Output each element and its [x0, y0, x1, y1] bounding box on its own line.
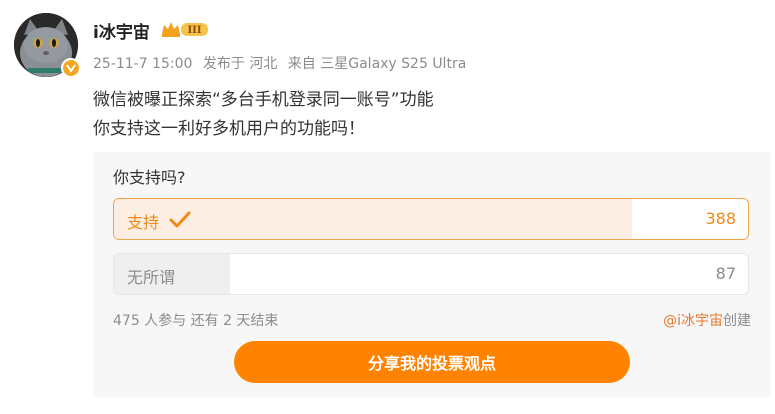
creator-link[interactable]: @i冰宇宙 — [663, 313, 723, 329]
post-device: 来自 三星Galaxy S25 Ultra — [287, 56, 467, 72]
poll-card: 你支持吗? 支持 388 无所谓 87 475 人参与 还有 2 天结束 @i冰… — [93, 152, 771, 397]
creator-suffix: 创建 — [723, 313, 751, 329]
username[interactable]: i冰宇宙 — [93, 18, 150, 43]
poll-option-count: 87 — [715, 264, 736, 283]
poll-option-count: 388 — [705, 209, 736, 228]
post-date[interactable]: 25-11-7 15:00 — [93, 56, 192, 72]
post-text: 微信被曝正探索“多台手机登录同一账号”功能 你支持这一利好多机用户的功能吗！ — [93, 86, 434, 144]
poll-option-label: 无所谓 — [127, 268, 176, 287]
verified-badge-icon — [61, 58, 81, 78]
poll-option-indifferent[interactable]: 无所谓 87 — [113, 253, 749, 295]
post-line-2: 你支持这一利好多机用户的功能吗！ — [93, 119, 365, 139]
poll-option-support[interactable]: 支持 388 — [113, 198, 749, 240]
post-line-1: 微信被曝正探索“多台手机登录同一账号”功能 — [93, 90, 434, 110]
poll-option-fill — [114, 199, 632, 239]
poll-creator: @i冰宇宙创建 — [663, 310, 751, 330]
crown-level-icon[interactable]: III — [160, 19, 210, 39]
share-vote-button[interactable]: 分享我的投票观点 — [234, 341, 630, 383]
level-badge-text: III — [187, 25, 201, 36]
poll-question: 你支持吗? — [113, 168, 186, 187]
post-meta: 25-11-7 15:00 发布于 河北 来自 三星Galaxy S25 Ult… — [93, 53, 472, 73]
poll-footer: 475 人参与 还有 2 天结束 — [113, 313, 279, 329]
poll-option-label: 支持 — [127, 213, 160, 232]
post-location: 发布于 河北 — [202, 56, 278, 72]
check-icon — [169, 211, 191, 228]
